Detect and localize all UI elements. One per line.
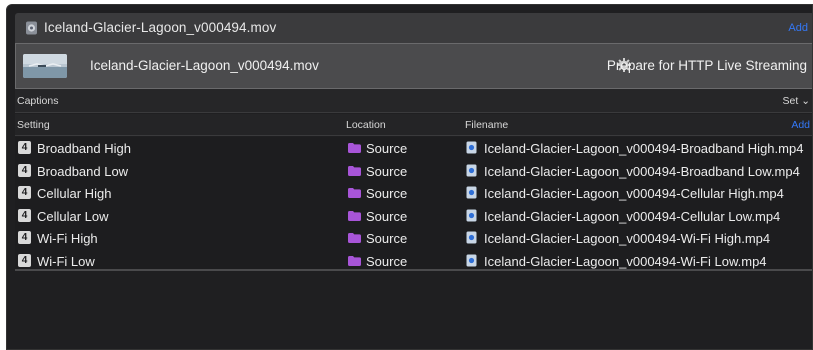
- location-value[interactable]: Source: [366, 209, 407, 224]
- setting-name: Wi-Fi Low: [37, 253, 95, 269]
- document-icon: [466, 209, 477, 221]
- setting-badge: 4: [18, 163, 31, 177]
- setting-badge: 4: [18, 253, 31, 267]
- table-row[interactable]: 4 Cellular Low Source Iceland-Glacier-La…: [15, 205, 812, 228]
- setting-name: Broadband Low: [37, 163, 129, 179]
- preset-source-name: Iceland-Glacier-Lagoon_v000494.mov: [90, 58, 319, 73]
- filename-value[interactable]: Iceland-Glacier-Lagoon_v000494-Wi-Fi Hig…: [484, 231, 770, 246]
- movie-file-icon: [26, 21, 37, 35]
- setting-badge: 4: [18, 231, 31, 244]
- outputs-table-body: 4 Broadband High Source Iceland-Glacier-…: [15, 137, 812, 273]
- filename-value[interactable]: Iceland-Glacier-Lagoon_v000494-Broadband…: [484, 164, 800, 179]
- location-value[interactable]: Source: [366, 254, 407, 269]
- column-header-setting: Setting: [17, 119, 50, 131]
- batch-window: Iceland-Glacier-Lagoon_v000494.mov Add I…: [6, 4, 813, 350]
- job-header[interactable]: Iceland-Glacier-Lagoon_v000494.mov Add: [15, 13, 812, 43]
- setting-badge: 4: [18, 186, 31, 199]
- document-icon: [466, 141, 477, 154]
- folder-icon: [348, 143, 361, 153]
- setting-name: Wi-Fi High: [37, 231, 98, 246]
- table-row[interactable]: 4 Wi-Fi Low Source Iceland-Glacier-Lagoo…: [15, 250, 812, 273]
- add-output-button[interactable]: Add: [788, 22, 808, 34]
- setting-name: Broadband High: [37, 141, 131, 156]
- setting-badge: 4: [18, 208, 31, 222]
- prepare-hls-label: Prepare for HTTP Live Streaming: [606, 58, 807, 73]
- folder-icon: [348, 255, 361, 266]
- folder-icon: [348, 233, 361, 243]
- location-value[interactable]: Source: [366, 141, 407, 156]
- table-row[interactable]: 4 Broadband High Source Iceland-Glacier-…: [15, 137, 812, 160]
- document-icon: [466, 164, 477, 176]
- setting-name: Cellular High: [37, 186, 112, 201]
- video-thumbnail: [23, 54, 67, 78]
- add-setting-button[interactable]: Add: [791, 119, 810, 131]
- captions-label: Captions: [17, 95, 59, 107]
- document-icon: [466, 186, 477, 199]
- setting-name: Cellular Low: [37, 208, 109, 224]
- table-row[interactable]: 4 Cellular High Source Iceland-Glacier-L…: [15, 182, 812, 205]
- column-header-filename: Filename: [465, 119, 509, 131]
- column-header-location: Location: [346, 119, 386, 131]
- location-value[interactable]: Source: [366, 231, 407, 246]
- filename-value[interactable]: Iceland-Glacier-Lagoon_v000494-Broadband…: [484, 141, 803, 156]
- filename-value[interactable]: Iceland-Glacier-Lagoon_v000494-Wi-Fi Low…: [484, 254, 767, 269]
- captions-set-menu[interactable]: Set ⌄: [783, 95, 810, 107]
- outputs-table-header: Setting Location Filename Add: [15, 114, 812, 136]
- document-icon: [466, 254, 477, 266]
- folder-icon: [348, 210, 361, 221]
- preset-bar[interactable]: Iceland-Glacier-Lagoon_v000494.mov Prepa…: [15, 43, 812, 89]
- folder-icon: [348, 165, 361, 176]
- location-value[interactable]: Source: [366, 186, 407, 201]
- table-row[interactable]: 4 Broadband Low Source Iceland-Glacier-L…: [15, 160, 812, 183]
- document-icon: [466, 231, 477, 244]
- filename-value[interactable]: Iceland-Glacier-Lagoon_v000494-Cellular …: [484, 186, 784, 201]
- setting-badge: 4: [18, 141, 31, 154]
- filename-value[interactable]: Iceland-Glacier-Lagoon_v000494-Cellular …: [484, 209, 780, 224]
- job-title: Iceland-Glacier-Lagoon_v000494.mov: [44, 20, 277, 35]
- captions-row: Captions Set ⌄: [15, 89, 812, 113]
- location-value[interactable]: Source: [366, 164, 407, 179]
- table-row[interactable]: 4 Wi-Fi High Source Iceland-Glacier-Lago…: [15, 227, 812, 250]
- folder-icon: [348, 188, 361, 198]
